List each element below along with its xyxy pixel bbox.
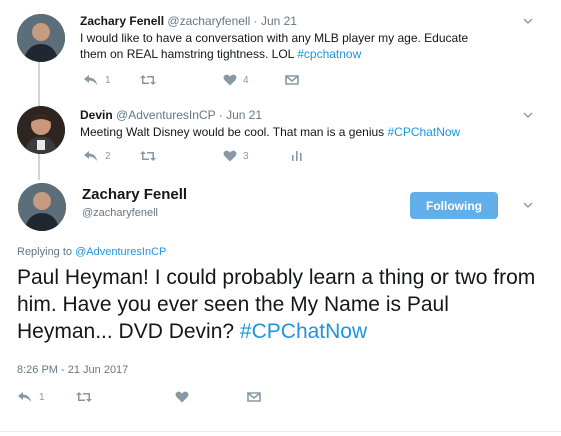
envelope-icon <box>247 392 261 402</box>
like-count: 4 <box>243 74 249 86</box>
hashtag-link[interactable]: #CPChatNow <box>240 320 367 343</box>
author-handle[interactable]: @zacharyfenell <box>167 14 250 28</box>
reply-count: 1 <box>105 74 111 86</box>
reply-button[interactable]: 1 <box>17 391 45 403</box>
like-button[interactable]: 3 <box>223 150 249 162</box>
thread-connector <box>38 150 40 180</box>
tweet-actions: 1 <box>17 391 261 407</box>
tweet-text: I would like to have a conversation with… <box>80 30 510 62</box>
chevron-down-icon[interactable] <box>523 16 533 26</box>
reply-icon <box>84 151 97 161</box>
tweet-header: Devin @AdventuresInCP · Jun 21 <box>80 108 262 122</box>
chevron-down-icon[interactable] <box>523 200 533 210</box>
like-button[interactable] <box>175 391 189 403</box>
tweet-text: Meeting Walt Disney would be cool. That … <box>80 124 510 140</box>
reply-icon <box>18 392 31 402</box>
heart-icon <box>223 74 237 86</box>
author-handle[interactable]: @zacharyfenell <box>82 207 158 219</box>
direct-message-button[interactable] <box>247 391 261 402</box>
retweet-icon <box>140 151 156 161</box>
chevron-down-icon[interactable] <box>523 110 533 120</box>
author-handle[interactable]: @AdventuresInCP <box>116 108 215 122</box>
thread-connector <box>38 62 40 110</box>
avatar[interactable] <box>17 14 65 62</box>
reply-icon <box>84 75 97 85</box>
analytics-button[interactable] <box>291 150 303 161</box>
hashtag-link[interactable]: #CPChatNow <box>388 125 461 139</box>
tweet-actions: 1 4 <box>83 74 323 90</box>
retweet-button[interactable] <box>139 74 157 86</box>
heart-icon <box>223 150 237 162</box>
analytics-icon <box>292 151 302 161</box>
like-button[interactable]: 4 <box>223 74 249 86</box>
hashtag-link[interactable]: #cpchatnow <box>297 47 361 61</box>
envelope-icon <box>285 75 299 85</box>
following-button[interactable]: Following <box>410 192 498 219</box>
author-name[interactable]: Zachary Fenell <box>82 186 187 203</box>
tweet-text-line: I would like to have a conversation with… <box>80 31 469 45</box>
like-count: 3 <box>243 150 249 162</box>
tweet-timestamp[interactable]: 8:26 PM - 21 Jun 2017 <box>17 364 128 376</box>
reply-button[interactable]: 1 <box>83 74 111 86</box>
tweet-date[interactable]: · Jun 21 <box>254 14 297 28</box>
reply-count: 2 <box>105 150 111 162</box>
divider <box>0 431 561 432</box>
retweet-button[interactable] <box>75 391 93 403</box>
tweet-header: Zachary Fenell @zacharyfenell · Jun 21 <box>80 14 297 28</box>
mention-link[interactable]: @AdventuresInCP <box>75 246 166 258</box>
main-tweet-text: Paul Heyman! I could probably learn a th… <box>17 264 537 345</box>
tweet-text-part: them on REAL hamstring tightness. LOL <box>80 47 298 61</box>
reply-button[interactable]: 2 <box>83 150 111 162</box>
heart-icon <box>175 391 189 403</box>
tweet-actions: 2 3 <box>83 150 323 166</box>
tweet-text-line: them on REAL hamstring tightness. LOL #c… <box>80 46 510 62</box>
avatar[interactable] <box>17 106 65 154</box>
retweet-icon <box>76 392 92 402</box>
avatar[interactable] <box>18 183 66 231</box>
tweet-text-part: Meeting Walt Disney would be cool. That … <box>80 125 388 139</box>
replying-to: Replying to @AdventuresInCP <box>17 246 166 258</box>
retweet-button[interactable] <box>139 150 157 162</box>
tweet-date[interactable]: · Jun 21 <box>219 108 262 122</box>
retweet-icon <box>140 75 156 85</box>
direct-message-button[interactable] <box>285 74 299 85</box>
replying-prefix: Replying to <box>17 246 76 258</box>
reply-count: 1 <box>39 391 45 403</box>
author-name[interactable]: Zachary Fenell <box>80 14 164 28</box>
author-name[interactable]: Devin <box>80 108 113 122</box>
